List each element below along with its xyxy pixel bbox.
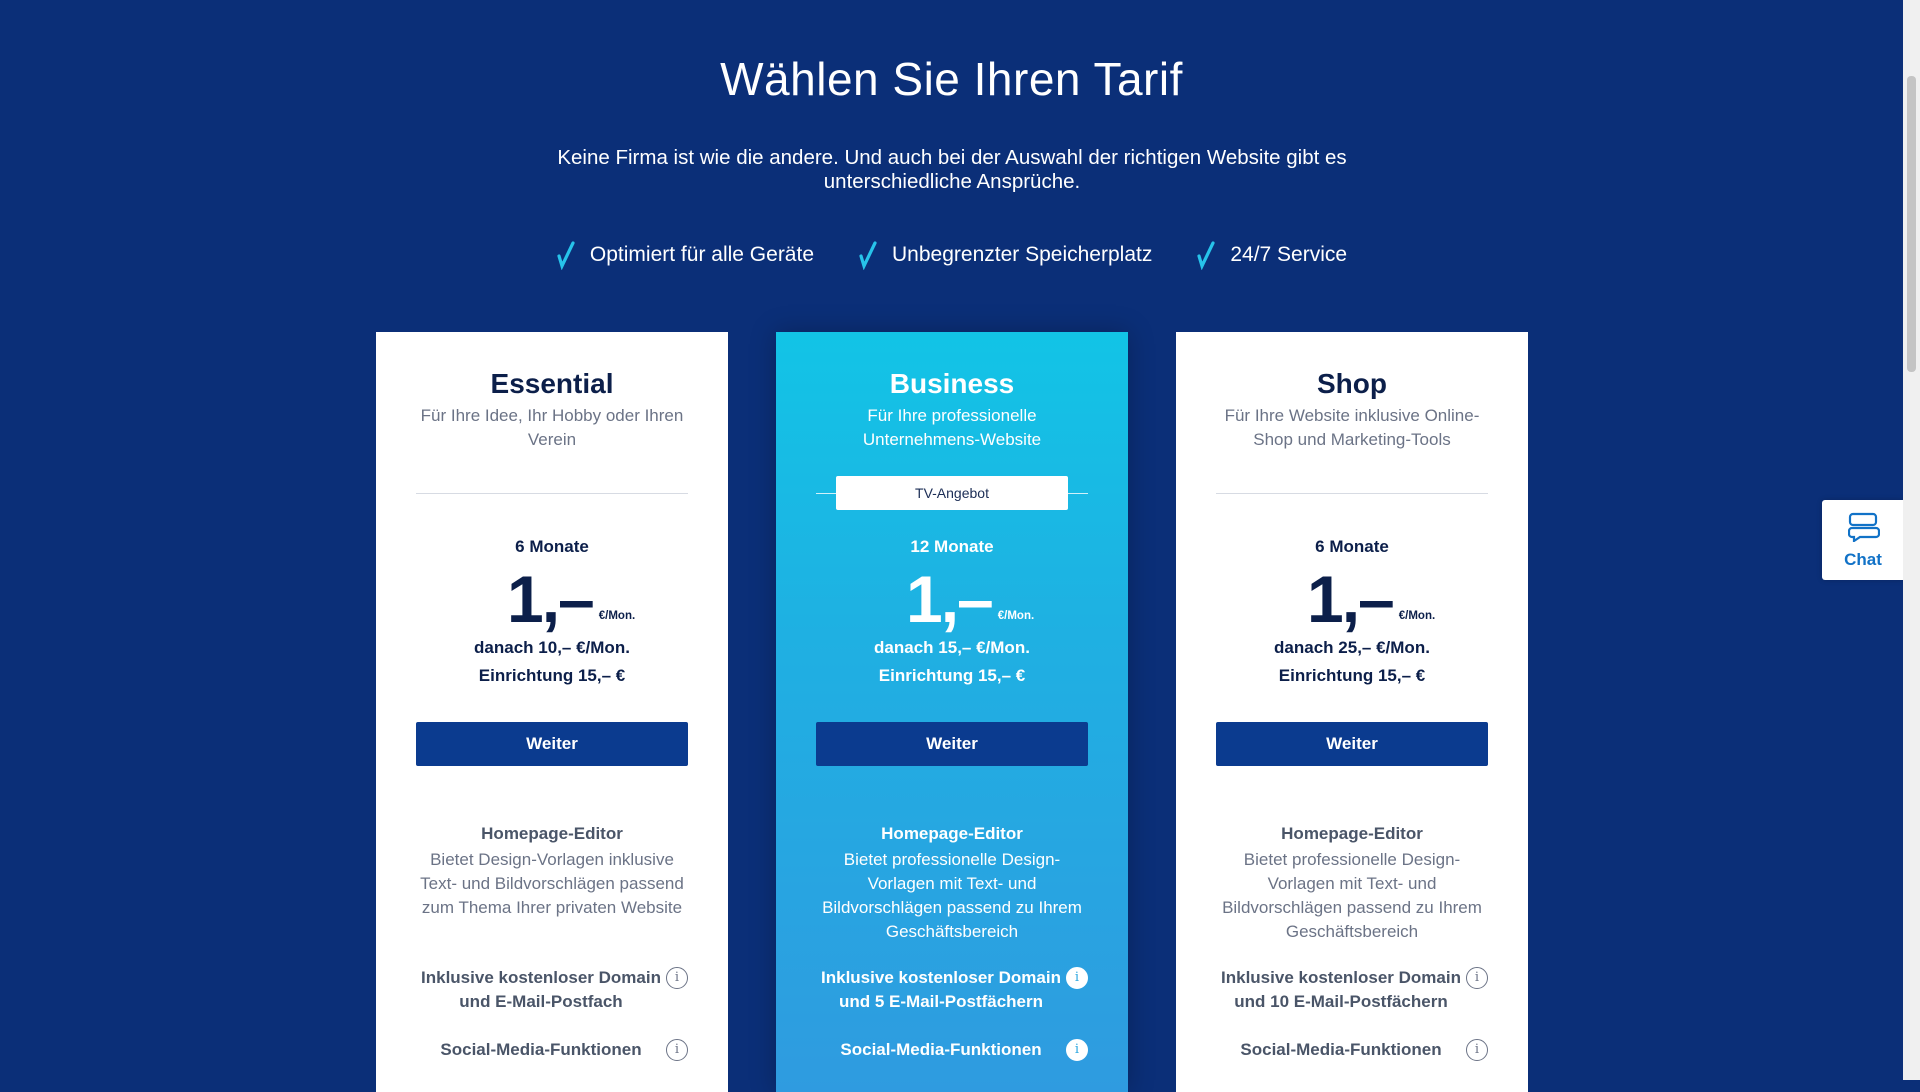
- continue-button-business[interactable]: Weiter: [816, 722, 1088, 766]
- chat-label: Chat: [1844, 550, 1882, 569]
- domain-text: Inklusive kostenloser Domain und 5 E-Mai…: [821, 968, 1061, 1011]
- chat-button[interactable]: Chat: [1822, 500, 1904, 580]
- social-text: Social-Media-Funktionen: [840, 1040, 1042, 1059]
- info-icon[interactable]: i: [1066, 1039, 1088, 1061]
- feature-item: Optimiert für alle Geräte: [556, 240, 814, 270]
- editor-title: Homepage-Editor: [881, 824, 1023, 843]
- setup-fee: Einrichtung 15,– €: [478, 666, 626, 685]
- plan-duration: 6 Monate: [515, 537, 589, 556]
- setup-fee: Einrichtung 15,– €: [1278, 666, 1426, 685]
- page-subtitle: Keine Firma ist wie die andere. Und auch…: [557, 146, 1347, 193]
- info-icon[interactable]: i: [666, 1039, 688, 1061]
- scrollbar-thumb[interactable]: [1907, 76, 1916, 372]
- plan-name: Essential: [490, 368, 614, 399]
- feature-label: Optimiert für alle Geräte: [589, 243, 815, 266]
- pricing-page: Wählen Sie Ihren Tarif Keine Firma ist w…: [0, 0, 1904, 1092]
- feature-row-social: Social-Media-Funktionen i: [1216, 1038, 1488, 1062]
- info-icon[interactable]: i: [1466, 967, 1488, 989]
- offer-badge: TV-Angebot: [836, 476, 1068, 510]
- plan-price: 1,– €/Mon.: [376, 564, 728, 634]
- feature-item: Unbegrenzter Speicherplatz: [858, 240, 1152, 270]
- page-title: Wählen Sie Ihren Tarif: [720, 53, 1183, 105]
- plan-duration: 12 Monate: [910, 537, 994, 556]
- price-unit: €/Mon.: [598, 610, 636, 622]
- feature-label: 24/7 Service: [1230, 243, 1348, 266]
- price-after: danach 25,– €/Mon.: [1274, 638, 1430, 657]
- plan-card-shop: Shop Für Ihre Website inklusive Online-S…: [1176, 332, 1528, 1092]
- social-text: Social-Media-Funktionen: [1240, 1040, 1442, 1059]
- feature-row-social: Social-Media-Funktionen i: [816, 1038, 1088, 1062]
- price-amount: 1,–: [507, 562, 595, 636]
- editor-title: Homepage-Editor: [1281, 824, 1423, 843]
- plan-card-essential: Essential Für Ihre Idee, Ihr Hobby oder …: [376, 332, 728, 1092]
- chat-icon: [1848, 512, 1880, 542]
- editor-description: Bietet professionelle Design-Vorlagen mi…: [822, 850, 1082, 941]
- info-icon[interactable]: i: [1466, 1039, 1488, 1061]
- info-icon[interactable]: i: [1066, 967, 1088, 989]
- checkmark-icon: [1197, 241, 1215, 270]
- domain-text: Inklusive kostenloser Domain und E-Mail-…: [421, 968, 661, 1011]
- continue-button-shop[interactable]: Weiter: [1216, 722, 1488, 766]
- divider: [416, 493, 688, 494]
- plan-description: Für Ihre professionelle Unternehmens-Web…: [862, 406, 1042, 449]
- feature-row-domain: Inklusive kostenloser Domain und E-Mail-…: [416, 966, 688, 1014]
- domain-text: Inklusive kostenloser Domain und 10 E-Ma…: [1221, 968, 1461, 1011]
- info-icon[interactable]: i: [666, 967, 688, 989]
- plan-name: Business: [889, 368, 1015, 399]
- editor-description: Bietet professionelle Design-Vorlagen mi…: [1222, 850, 1482, 941]
- checkmark-icon: [859, 241, 877, 270]
- social-text: Social-Media-Funktionen: [440, 1040, 642, 1059]
- plan-card-business: Business Für Ihre professionelle Unterne…: [776, 332, 1128, 1092]
- feature-row-social: Social-Media-Funktionen i: [416, 1038, 688, 1062]
- feature-row-domain: Inklusive kostenloser Domain und 10 E-Ma…: [1216, 966, 1488, 1014]
- plan-name: Shop: [1317, 368, 1387, 399]
- checkmark-icon: [557, 241, 575, 270]
- feature-row-domain: Inklusive kostenloser Domain und 5 E-Mai…: [816, 966, 1088, 1014]
- price-after: danach 10,– €/Mon.: [474, 638, 630, 657]
- plan-price: 1,– €/Mon.: [1176, 564, 1528, 634]
- editor-description: Bietet Design-Vorlagen inklusive Text- u…: [420, 850, 684, 917]
- price-amount: 1,–: [906, 562, 994, 636]
- price-unit: €/Mon.: [997, 610, 1035, 622]
- continue-button-essential[interactable]: Weiter: [416, 722, 688, 766]
- price-amount: 1,–: [1307, 562, 1395, 636]
- price-after: danach 15,– €/Mon.: [874, 638, 1030, 657]
- plan-description: Für Ihre Idee, Ihr Hobby oder Ihren Vere…: [420, 406, 684, 449]
- plan-duration: 6 Monate: [1315, 537, 1389, 556]
- divider: [1216, 493, 1488, 494]
- scrollbar[interactable]: [1903, 0, 1920, 1080]
- editor-title: Homepage-Editor: [481, 824, 623, 843]
- feature-label: Unbegrenzter Speicherplatz: [892, 243, 1153, 266]
- price-unit: €/Mon.: [1398, 610, 1436, 622]
- feature-item: 24/7 Service: [1196, 240, 1347, 270]
- plan-description: Für Ihre Website inklusive Online-Shop u…: [1224, 406, 1480, 449]
- setup-fee: Einrichtung 15,– €: [878, 666, 1026, 685]
- plan-price: 1,– €/Mon.: [776, 564, 1128, 634]
- feature-list: Optimiert für alle Geräte Unbegrenzter S…: [0, 240, 1903, 270]
